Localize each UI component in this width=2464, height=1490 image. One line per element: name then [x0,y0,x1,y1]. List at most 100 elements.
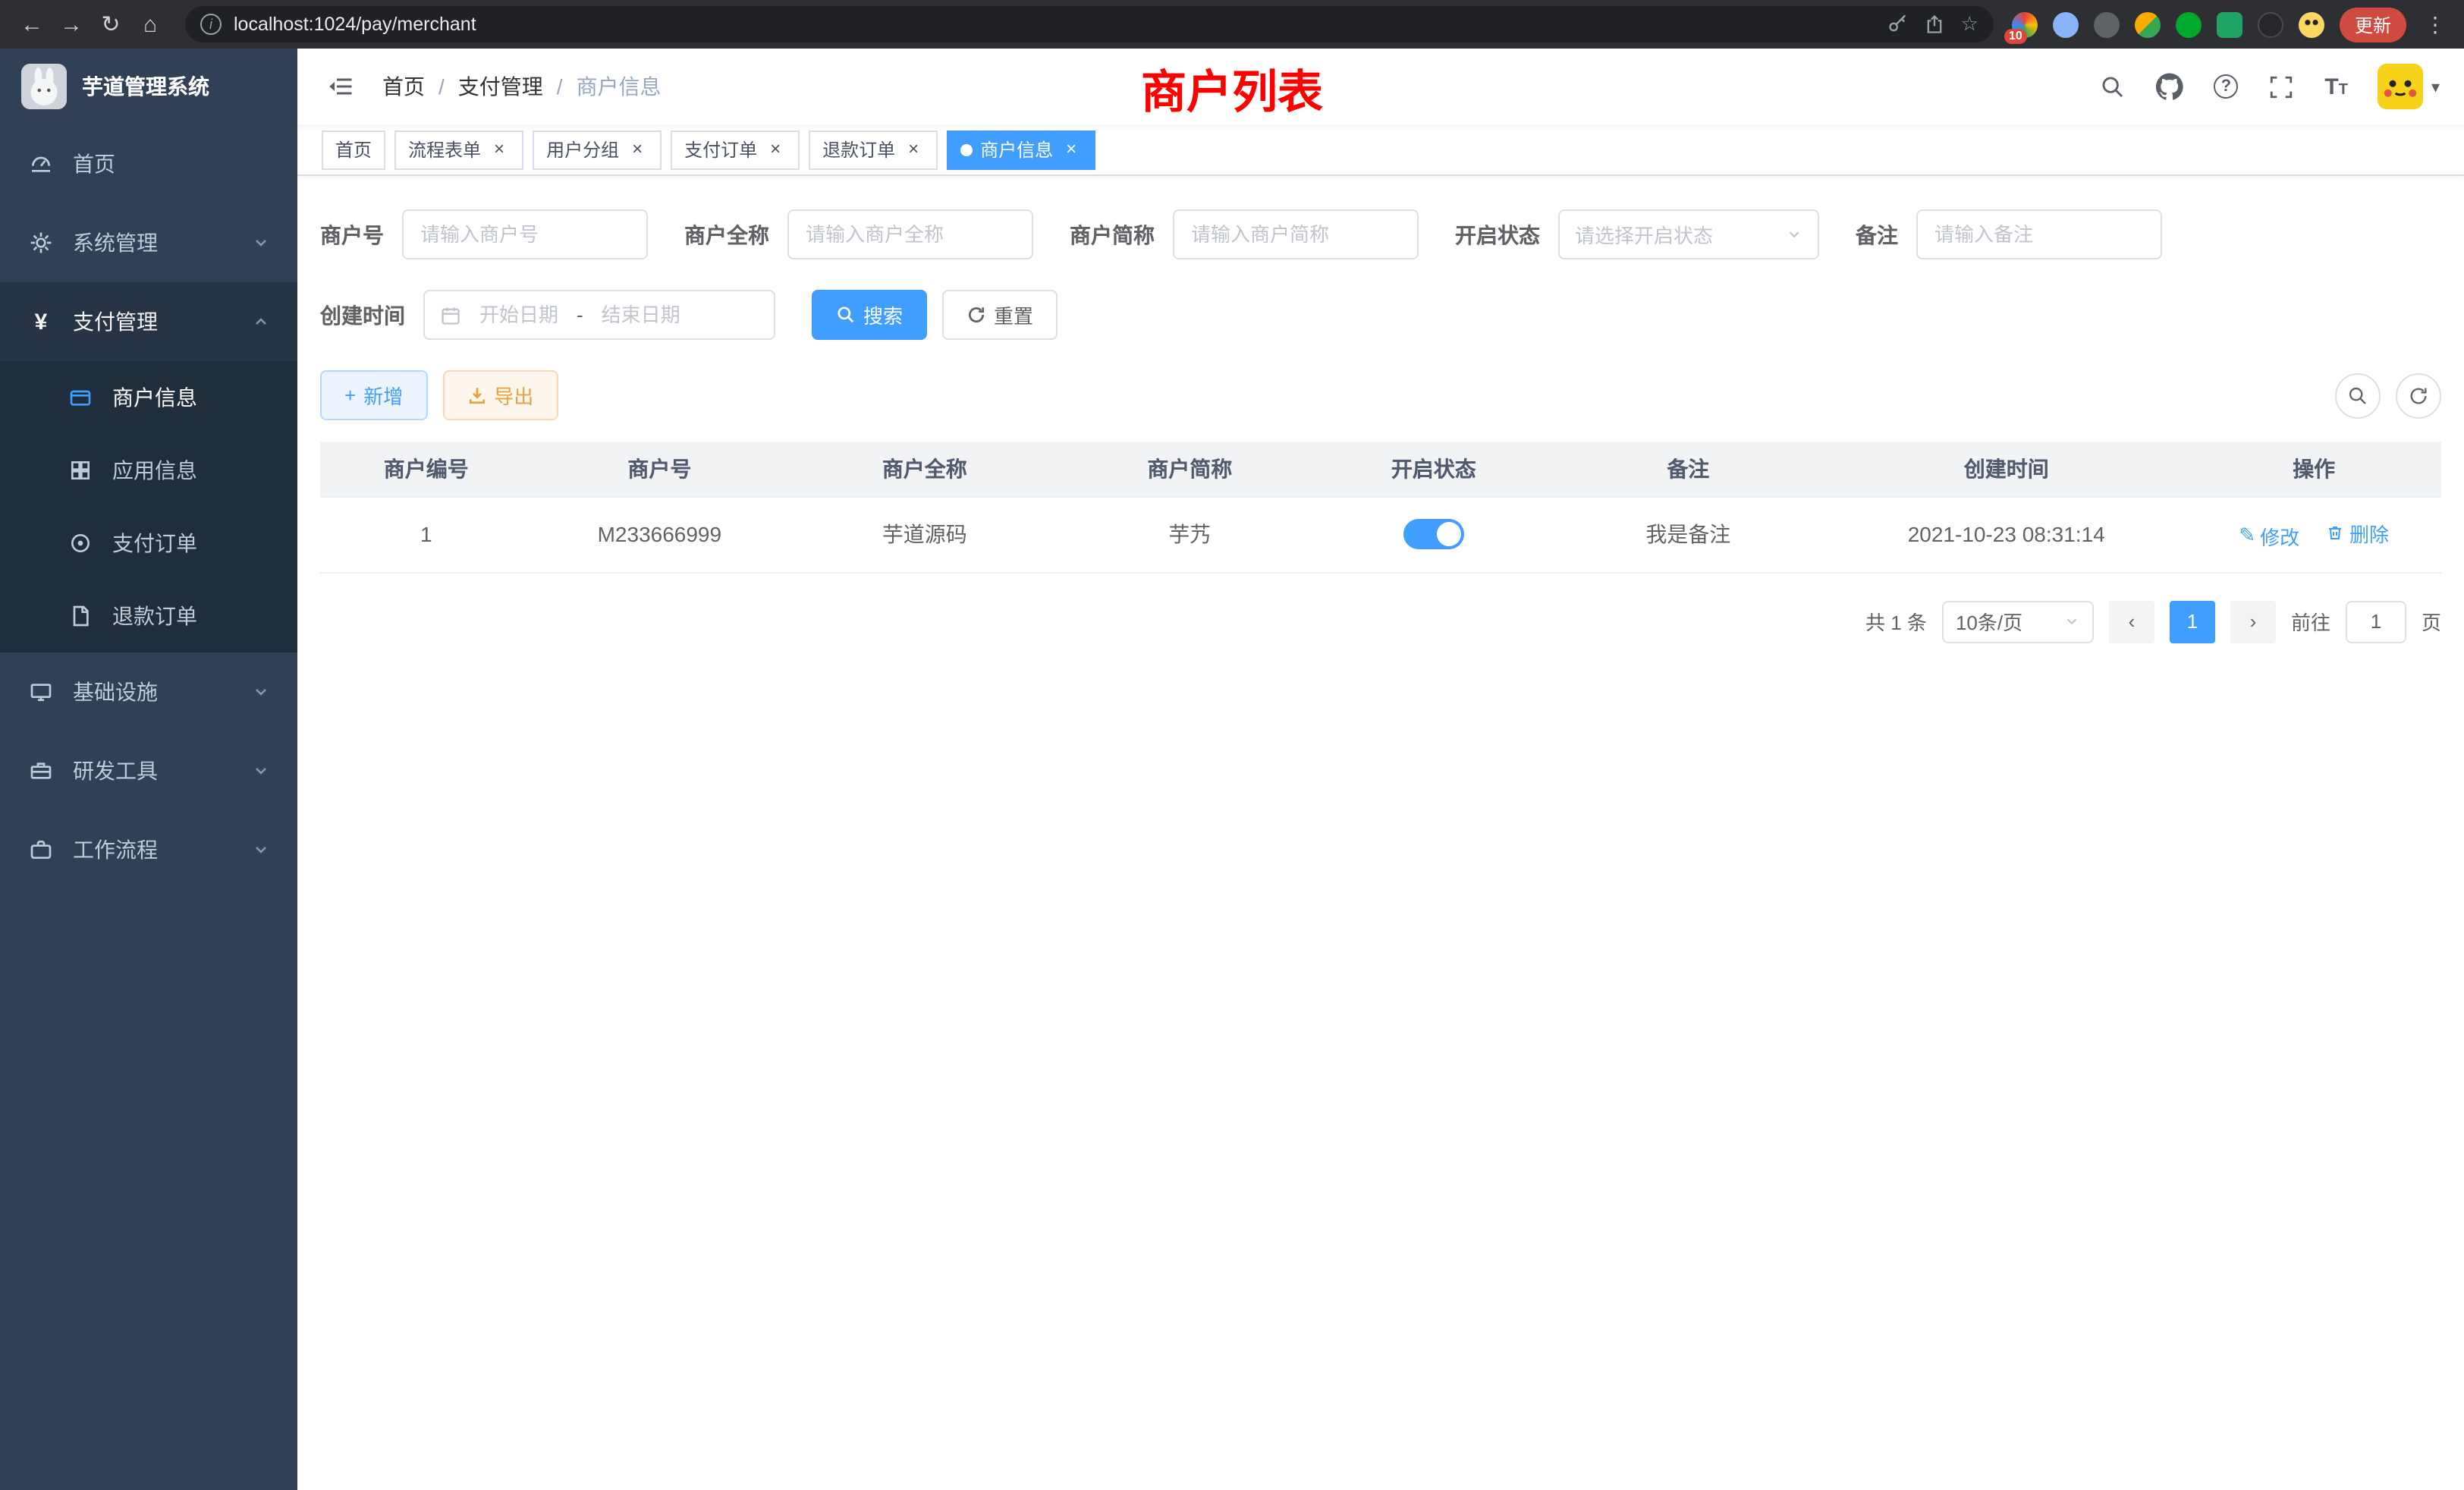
chevron-down-icon [252,234,270,252]
range-separator: - [577,303,583,326]
goto-page-input[interactable] [2346,600,2406,643]
tab-home[interactable]: 首页 [322,130,385,169]
add-button[interactable]: + 新增 [320,370,427,420]
top-navbar: 首页 / 支付管理 / 商户信息 ? [297,49,2464,124]
chevron-down-icon [252,683,270,701]
cell-create-time: 2021-10-23 08:31:14 [1826,496,2186,572]
browser-menu-icon[interactable]: ⋮ [2422,11,2449,37]
breadcrumb-item-payment[interactable]: 支付管理 [458,71,543,102]
page-number-1[interactable]: 1 [2170,600,2215,643]
help-icon[interactable]: ? [2214,74,2238,99]
col-merchant-no: 商户号 [533,442,787,496]
close-icon[interactable]: × [489,139,510,160]
tab-merchant-info[interactable]: 商户信息 × [947,130,1095,169]
extension-icon-green-circle[interactable] [2176,11,2202,37]
next-page-button[interactable]: › [2230,600,2276,643]
browser-window: ← → ↻ ⌂ i localhost:1024/pay/merchant ☆ … [0,0,2464,1490]
monitor-icon [27,680,55,704]
merchant-no-input[interactable] [402,209,648,259]
close-icon[interactable]: × [903,139,924,160]
address-bar[interactable]: i localhost:1024/pay/merchant ☆ [185,6,1994,42]
goto-suffix: 页 [2422,607,2441,636]
breadcrumb-separator: / [438,74,445,99]
page-size-value: 10条/页 [1956,607,2022,636]
pay-order-icon [67,531,94,555]
tab-label: 首页 [335,137,372,162]
reset-button[interactable]: 重置 [942,290,1058,340]
sidebar-item-devtools[interactable]: 研发工具 [0,731,297,810]
reload-icon[interactable]: ↻ [91,5,130,44]
sidebar-item-workflow[interactable]: 工作流程 [0,810,297,889]
refresh-icon-button[interactable] [2396,372,2441,418]
home-icon[interactable]: ⌂ [130,5,170,44]
tab-process-form[interactable]: 流程表单 × [394,130,523,169]
prev-page-button[interactable]: ‹ [2109,600,2154,643]
tab-label: 用户分组 [546,137,619,162]
fullscreen-icon[interactable] [2268,74,2294,99]
pagination-total: 共 1 条 [1865,607,1927,636]
page-size-select[interactable]: 10条/页 [1942,600,2094,643]
tab-label: 流程表单 [408,137,481,162]
extension-icon-dark[interactable] [2258,11,2283,37]
close-icon[interactable]: × [1061,139,1082,160]
end-date-input[interactable] [591,303,691,326]
edit-link[interactable]: ✎ 修改 [2239,521,2299,550]
sidebar-item-refund-order[interactable]: 退款订单 [0,580,297,652]
font-size-icon[interactable]: TT [2324,74,2348,99]
chrome-update-button[interactable]: 更新 [2340,7,2406,42]
search-icon[interactable] [2100,74,2126,99]
breadcrumb-item-home[interactable]: 首页 [382,71,425,102]
calendar-icon [440,304,461,325]
cell-full-name: 芋道源码 [787,496,1062,572]
status-toggle[interactable] [1403,519,1464,549]
forward-icon[interactable]: → [52,5,91,44]
search-form-row-2: 创建时间 - 搜索 [320,290,2441,340]
sidebar-item-label: 工作流程 [73,835,158,865]
share-icon[interactable] [1925,14,1946,35]
sidebar-item-payment[interactable]: ¥ 支付管理 [0,282,297,361]
hide-search-icon-button[interactable] [2335,372,2381,418]
sidebar-item-pay-order[interactable]: 支付订单 [0,507,297,580]
create-time-range-picker[interactable]: - [423,290,775,340]
export-button[interactable]: 导出 [442,370,558,420]
extension-icon-green-square[interactable] [2217,11,2242,37]
close-icon[interactable]: × [765,139,786,160]
tab-pay-order[interactable]: 支付订单 × [671,130,800,169]
goto-prefix: 前往 [2291,607,2330,636]
password-key-icon[interactable] [1888,14,1909,35]
tab-user-group[interactable]: 用户分组 × [533,130,662,169]
avatar-image [2378,64,2424,109]
extension-icon-blue[interactable] [2053,11,2079,37]
github-icon[interactable] [2156,73,2183,100]
profile-avatar-icon[interactable] [2299,11,2324,37]
short-name-input[interactable] [1173,209,1419,259]
full-name-input[interactable] [787,209,1033,259]
extension-icon-gray[interactable] [2094,11,2120,37]
extension-icon-green-orange[interactable] [2135,11,2161,37]
sidebar-item-merchant-info[interactable]: 商户信息 [0,361,297,434]
sidebar-item-infrastructure[interactable]: 基础设施 [0,652,297,731]
sidebar-item-app-info[interactable]: 应用信息 [0,434,297,507]
bookmark-star-icon[interactable]: ☆ [1961,12,1978,36]
sidebar-item-label: 支付订单 [112,528,197,558]
back-icon[interactable]: ← [12,5,52,44]
cell-actions: ✎ 修改 删除 [2186,496,2441,572]
col-actions: 操作 [2186,442,2441,496]
remark-input[interactable] [1916,209,2162,259]
active-dot-icon [960,143,973,156]
sidebar-item-home[interactable]: 首页 [0,124,297,203]
user-avatar[interactable]: ▾ [2378,64,2440,109]
close-icon[interactable]: × [627,139,648,160]
extension-icon-colorful[interactable]: 10 [2012,11,2038,37]
sidebar-item-system[interactable]: 系统管理 [0,203,297,282]
logo-avatar-icon [21,64,67,109]
app-logo[interactable]: 芋道管理系统 [0,49,297,124]
site-info-icon[interactable]: i [200,14,222,35]
delete-link[interactable]: 删除 [2327,518,2389,547]
tab-refund-order[interactable]: 退款订单 × [809,130,938,169]
sidebar-toggle-icon[interactable] [322,67,361,106]
start-date-input[interactable] [469,303,569,326]
create-time-label: 创建时间 [320,300,405,330]
search-button[interactable]: 搜索 [812,290,927,340]
status-select[interactable]: 请选择开启状态 [1558,209,1819,259]
